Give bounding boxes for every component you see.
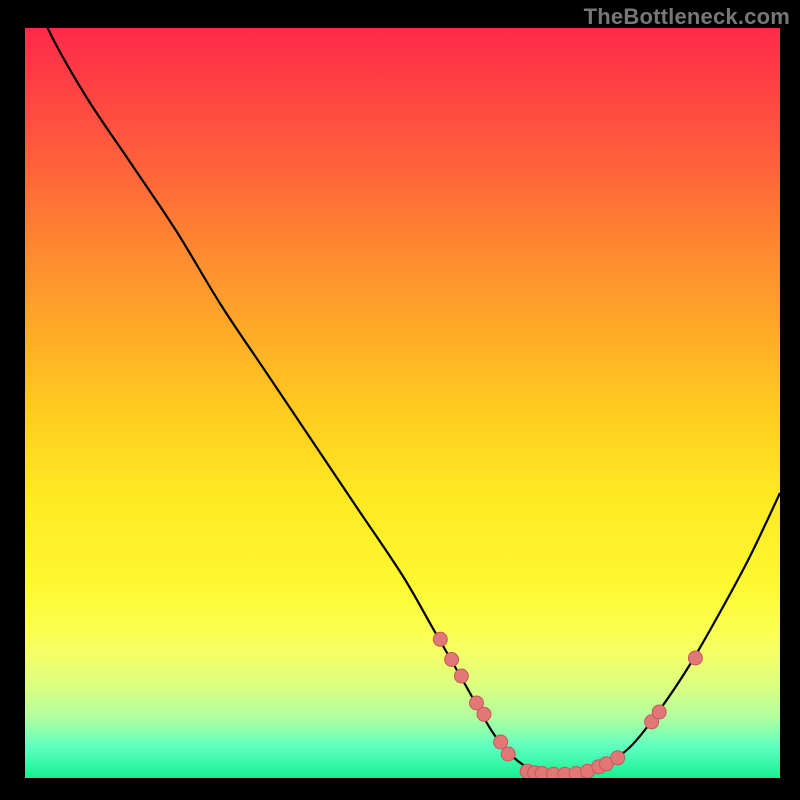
watermark-text: TheBottleneck.com — [584, 4, 790, 30]
data-markers-group — [433, 632, 702, 778]
data-marker — [445, 653, 459, 667]
data-marker — [611, 751, 625, 765]
plot-area — [25, 28, 780, 778]
data-marker — [477, 707, 491, 721]
curve-svg — [25, 28, 780, 778]
data-marker — [501, 747, 515, 761]
chart-frame: TheBottleneck.com — [0, 0, 800, 800]
data-marker — [688, 651, 702, 665]
bottleneck-curve — [25, 28, 780, 775]
data-marker — [494, 735, 508, 749]
data-marker — [652, 705, 666, 719]
data-marker — [454, 669, 468, 683]
data-marker — [433, 632, 447, 646]
